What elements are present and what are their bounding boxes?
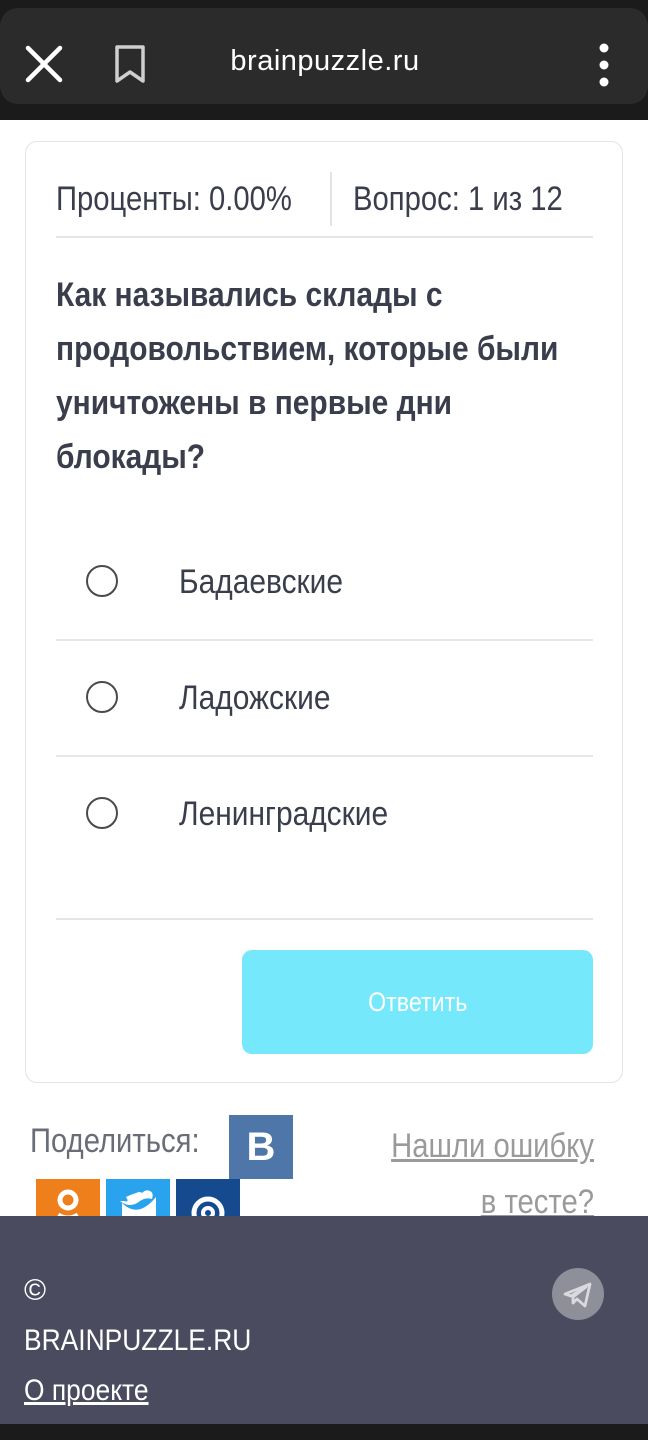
question-text: Как назывались склады с продовольствием,… [56,276,559,476]
quiz-stats: Проценты: 0.00% Вопрос: 1 из 12 [56,172,593,238]
url-text[interactable]: brainpuzzle.ru [180,45,470,78]
close-icon[interactable] [22,42,66,86]
question-counter: Вопрос: 1 из 12 [353,180,563,218]
about-link[interactable]: О проекте [24,1374,149,1408]
radio-button[interactable] [86,565,118,597]
bookmark-icon[interactable] [112,44,148,84]
stats-divider [330,172,332,226]
radio-button[interactable] [86,797,118,829]
twitter-icon[interactable] [106,1179,170,1219]
percent-label: Проценты: 0.00% [56,180,292,218]
answer-option[interactable]: Бадаевские [56,525,593,641]
answer-label[interactable]: Ладожские [179,679,330,718]
answer-option[interactable]: Ленинградские [56,757,593,873]
submit-button[interactable]: Ответить [242,950,593,1054]
more-vertical-icon[interactable] [588,42,620,88]
page-content: Проценты: 0.00% Вопрос: 1 из 12 Как назы… [0,120,648,1221]
divider [56,918,593,920]
answer-list: Бадаевские Ладожские Ленинградские [56,525,593,873]
quiz-card: Проценты: 0.00% Вопрос: 1 из 12 Как назы… [25,141,623,1083]
answer-label[interactable]: Ленинградские [179,795,388,834]
browser-toolbar: brainpuzzle.ru [0,0,648,120]
odnoklassniki-icon[interactable] [36,1179,100,1219]
radio-button[interactable] [86,681,118,713]
vk-icon[interactable]: В [229,1115,293,1179]
address-bar[interactable]: brainpuzzle.ru [0,8,648,104]
system-nav-strip [0,1424,648,1440]
answer-label[interactable]: Бадаевские [179,563,343,602]
footer-site-name: BRAINPUZZLE.RU [24,1324,252,1357]
answer-option[interactable]: Ладожские [56,641,593,757]
share-label: Поделиться: [30,1122,200,1160]
mail-icon[interactable] [176,1179,240,1219]
telegram-icon[interactable] [552,1268,604,1320]
copyright-symbol: © [24,1274,47,1307]
report-error-link[interactable]: Нашли ошибку в тесте? [376,1118,594,1230]
submit-button-label: Ответить [367,987,468,1017]
footer: © BRAINPUZZLE.RU О проекте [0,1216,648,1424]
